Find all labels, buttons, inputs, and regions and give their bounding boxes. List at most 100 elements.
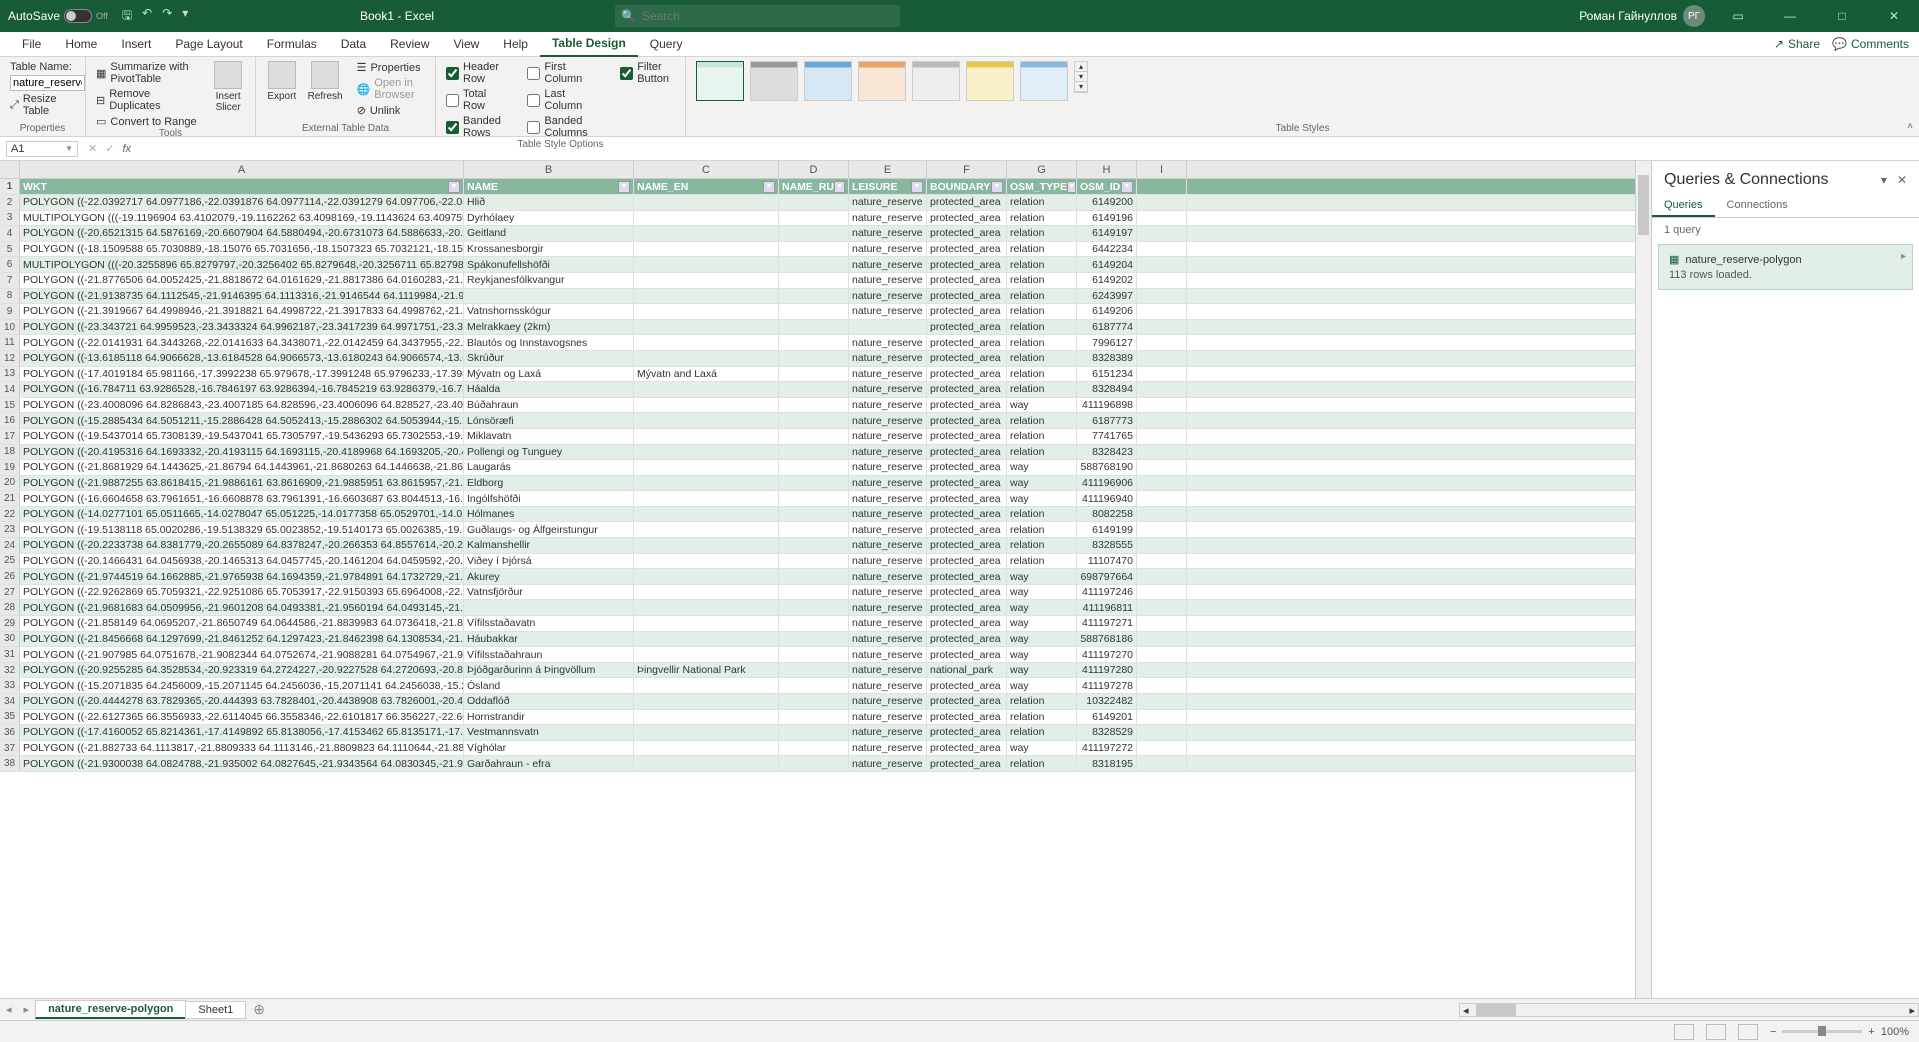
cell-empty[interactable] [1137, 585, 1187, 600]
cell-leisure[interactable] [849, 320, 927, 335]
cell-wkt[interactable]: POLYGON ((-21.9681683 64.0509956,-21.960… [20, 600, 464, 615]
col-header-e[interactable]: E [849, 161, 927, 178]
tab-formulas[interactable]: Formulas [255, 32, 329, 57]
row-header[interactable]: 33 [0, 678, 20, 693]
cell-name[interactable]: Vestmannsvatn [464, 725, 634, 740]
cell-name-en[interactable] [634, 398, 779, 413]
cell-osm-type[interactable]: relation [1007, 226, 1077, 241]
cell-name-ru[interactable] [779, 507, 849, 522]
cell-leisure[interactable]: nature_reserve [849, 413, 927, 428]
cell-boundary[interactable]: protected_area [927, 632, 1007, 647]
row-header[interactable]: 26 [0, 569, 20, 584]
cell-leisure[interactable]: nature_reserve [849, 756, 927, 771]
cell-name-en[interactable] [634, 710, 779, 725]
cell-osm-id[interactable]: 8328555 [1077, 538, 1137, 553]
tab-view[interactable]: View [442, 32, 492, 57]
tab-data[interactable]: Data [329, 32, 378, 57]
cell-name-en[interactable] [634, 569, 779, 584]
view-normal-icon[interactable] [1674, 1024, 1694, 1040]
cell-boundary[interactable]: protected_area [927, 616, 1007, 631]
cell-boundary[interactable]: protected_area [927, 647, 1007, 662]
cell-name-en[interactable] [634, 756, 779, 771]
cell-leisure[interactable]: nature_reserve [849, 663, 927, 678]
cell-name[interactable]: Búðahraun [464, 398, 634, 413]
cell-empty[interactable] [1137, 663, 1187, 678]
cell-wkt[interactable]: POLYGON ((-21.858149 64.0695207,-21.8650… [20, 616, 464, 631]
cell-osm-id[interactable]: 6187773 [1077, 413, 1137, 428]
cell-osm-type[interactable]: way [1007, 632, 1077, 647]
cell-osm-id[interactable]: 411197278 [1077, 678, 1137, 693]
row-header[interactable]: 31 [0, 647, 20, 662]
table-style-5[interactable] [912, 61, 960, 101]
cell-empty[interactable] [1137, 398, 1187, 413]
row-header[interactable]: 32 [0, 663, 20, 678]
cell-name-ru[interactable] [779, 647, 849, 662]
cell-wkt[interactable]: POLYGON ((-22.0392717 64.0977186,-22.039… [20, 195, 464, 210]
cell-osm-type[interactable]: relation [1007, 211, 1077, 226]
cell-wkt[interactable]: POLYGON ((-18.1509588 65.7030889,-18.150… [20, 242, 464, 257]
redo-icon[interactable]: ↷ [162, 6, 172, 27]
cell-empty[interactable] [1137, 616, 1187, 631]
cell-empty[interactable] [1137, 741, 1187, 756]
cell-name[interactable]: Kalmanshellir [464, 538, 634, 553]
cell-name-en[interactable] [634, 741, 779, 756]
cell-name-en[interactable] [634, 522, 779, 537]
zoom-level[interactable]: 100% [1881, 1026, 1909, 1038]
row-header-1[interactable]: 1 [0, 179, 20, 194]
cell-wkt[interactable]: POLYGON ((-19.5138118 65.0020286,-19.513… [20, 522, 464, 537]
tab-home[interactable]: Home [53, 32, 109, 57]
cell-name-en[interactable] [634, 257, 779, 272]
cell-boundary[interactable]: protected_area [927, 398, 1007, 413]
tab-page-layout[interactable]: Page Layout [163, 32, 254, 57]
cell-leisure[interactable]: nature_reserve [849, 522, 927, 537]
cell-osm-type[interactable]: relation [1007, 554, 1077, 569]
cell-name-en[interactable] [634, 538, 779, 553]
cell-empty[interactable] [1137, 725, 1187, 740]
table-header-osm_type[interactable]: OSM_TYPE▼ [1007, 179, 1077, 194]
sheet-tab-2[interactable]: Sheet1 [185, 1001, 246, 1019]
cell-osm-id[interactable]: 411196906 [1077, 476, 1137, 491]
cell-leisure[interactable]: nature_reserve [849, 367, 927, 382]
cell-name-ru[interactable] [779, 289, 849, 304]
cell-name[interactable]: Ingólfshöfði [464, 491, 634, 506]
filter-icon[interactable]: ▼ [911, 181, 923, 193]
cell-wkt[interactable]: MULTIPOLYGON (((-20.3255896 65.8279797,-… [20, 257, 464, 272]
cell-boundary[interactable]: protected_area [927, 725, 1007, 740]
cell-osm-id[interactable]: 6243997 [1077, 289, 1137, 304]
cell-name-en[interactable] [634, 413, 779, 428]
cell-osm-type[interactable]: relation [1007, 445, 1077, 460]
row-header[interactable]: 21 [0, 491, 20, 506]
query-item[interactable]: ▦nature_reserve-polygon 113 rows loaded.… [1658, 244, 1913, 290]
cell-boundary[interactable]: protected_area [927, 195, 1007, 210]
cell-osm-id[interactable]: 6149197 [1077, 226, 1137, 241]
cell-name[interactable]: Guðlaugs- og Álfgeirstungur [464, 522, 634, 537]
cell-name-en[interactable] [634, 507, 779, 522]
row-header[interactable]: 11 [0, 335, 20, 350]
cell-leisure[interactable]: nature_reserve [849, 460, 927, 475]
cell-name-en[interactable] [634, 273, 779, 288]
cell-name-en[interactable] [634, 304, 779, 319]
cell-wkt[interactable]: POLYGON ((-21.3919667 64.4998946,-21.391… [20, 304, 464, 319]
cell-leisure[interactable]: nature_reserve [849, 554, 927, 569]
cell-empty[interactable] [1137, 491, 1187, 506]
cell-empty[interactable] [1137, 600, 1187, 615]
export-button[interactable]: Export [266, 61, 298, 102]
cell-wkt[interactable]: POLYGON ((-17.4160052 65.8214361,-17.414… [20, 725, 464, 740]
cell-boundary[interactable]: protected_area [927, 242, 1007, 257]
cell-osm-type[interactable]: relation [1007, 304, 1077, 319]
cell-empty[interactable] [1137, 257, 1187, 272]
cell-osm-type[interactable]: way [1007, 647, 1077, 662]
cell-wkt[interactable]: POLYGON ((-22.9262869 65.7059321,-22.925… [20, 585, 464, 600]
cell-name-en[interactable] [634, 725, 779, 740]
cell-boundary[interactable]: protected_area [927, 351, 1007, 366]
total-row-checkbox[interactable]: Total Row [446, 88, 507, 112]
cell-empty[interactable] [1137, 304, 1187, 319]
cell-wkt[interactable]: MULTIPOLYGON (((-19.1196904 63.4102079,-… [20, 211, 464, 226]
sheet-nav-prev[interactable]: ◂ [0, 1003, 18, 1016]
horizontal-scrollbar[interactable]: ◂▸ [1459, 1003, 1919, 1017]
cell-name[interactable]: Vífilsstaðahraun [464, 647, 634, 662]
cell-leisure[interactable]: nature_reserve [849, 398, 927, 413]
cell-empty[interactable] [1137, 710, 1187, 725]
enter-formula-icon[interactable]: ✓ [105, 142, 114, 155]
cell-empty[interactable] [1137, 382, 1187, 397]
